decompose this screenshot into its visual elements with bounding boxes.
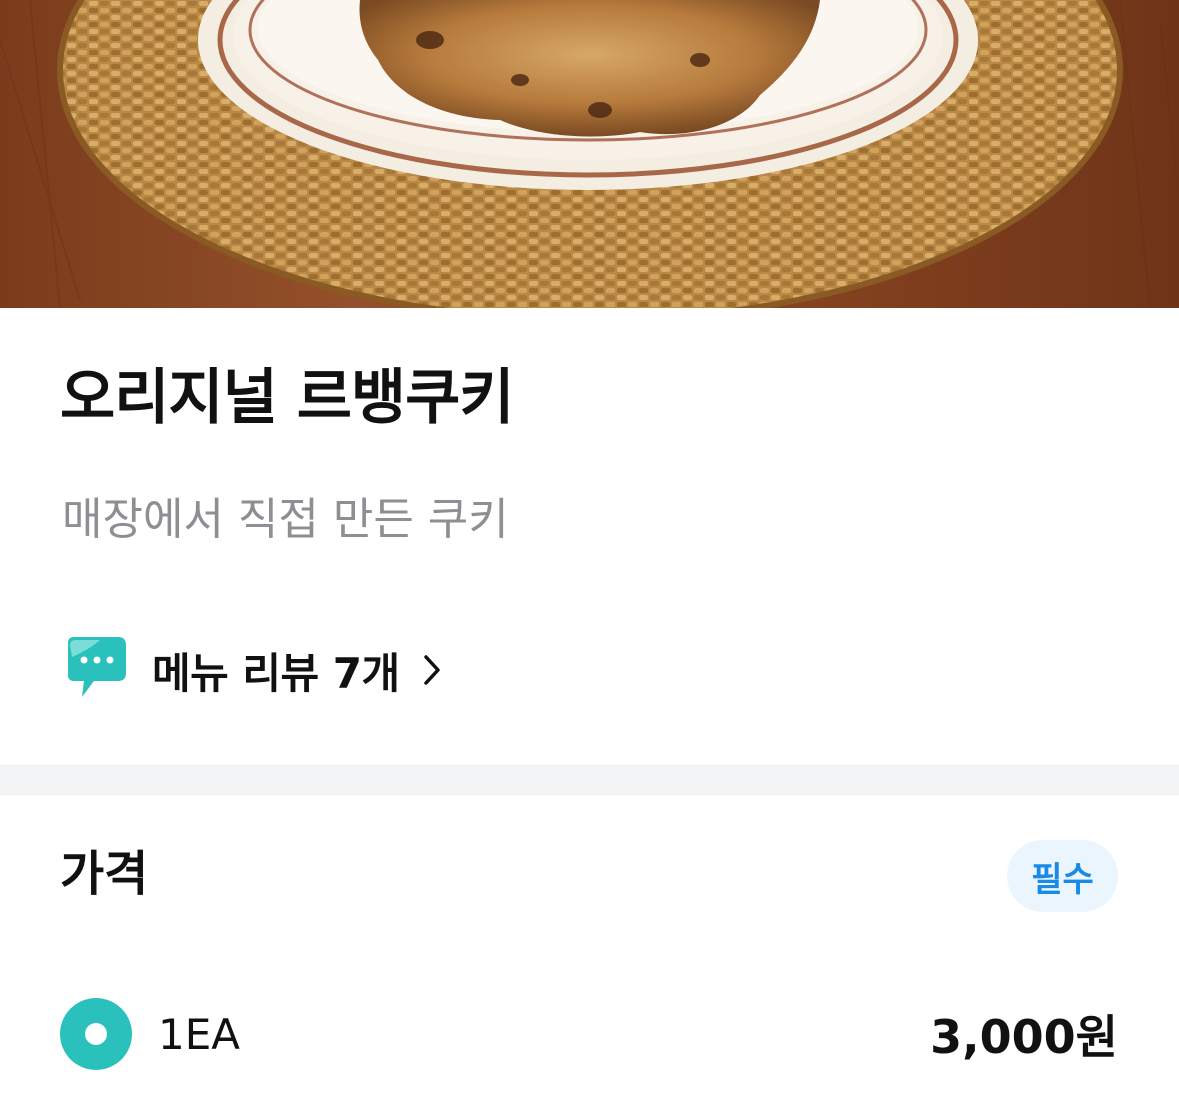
option-label: 1EA (158, 1009, 240, 1059)
required-badge: 필수 (1007, 840, 1118, 912)
review-count-label: 메뉴 리뷰 7개 (152, 648, 400, 698)
product-photo (0, 0, 1179, 308)
product-title: 오리지널 르뱅쿠키 (60, 363, 514, 433)
menu-review-link[interactable]: 메뉴 리뷰 7개 (60, 630, 442, 710)
price-section-title: 가격 (60, 846, 149, 902)
speech-bubble-icon (68, 637, 126, 697)
radio-selected-icon[interactable] (60, 998, 132, 1070)
price-option-1ea[interactable]: 1EA 3,000원 (60, 996, 1118, 1072)
section-divider (0, 765, 1179, 795)
chevron-right-icon (423, 655, 440, 685)
option-price: 3,000원 (930, 1010, 1118, 1064)
product-description: 매장에서 직접 만든 쿠키 (62, 494, 509, 545)
